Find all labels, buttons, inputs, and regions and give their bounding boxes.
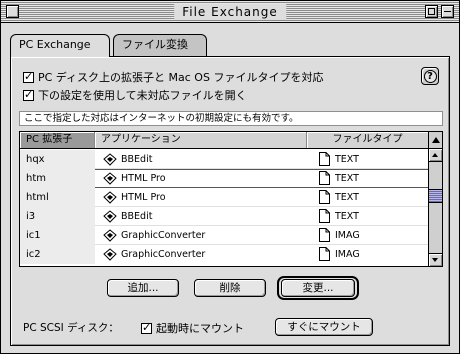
zoom-box[interactable] [425,5,438,18]
column-header-application[interactable]: アプリケーション [95,132,307,148]
application-icon [103,210,117,223]
vertical-scrollbar[interactable] [428,149,442,266]
row-extension: ic2 [20,245,95,264]
row-application: BBEdit [95,207,307,226]
map-extensions-option[interactable]: PC ディスク上の拡張子と Mac OS ファイルタイプを対応 [23,70,323,84]
row-file-type: TEXT [307,169,429,188]
list-rows: hqx BBEdit TEXT htm HTML Pro TEXT html H… [20,150,429,266]
row-application: GraphicConverter [95,226,307,245]
row-application: BBEdit [95,150,307,169]
help-button[interactable]: ? [421,67,439,85]
table-row[interactable]: html HTML Pro TEXT [20,188,429,207]
row-file-type: TEXT [307,188,429,207]
tab-pc-exchange[interactable]: PC Exchange [10,34,110,57]
document-icon [319,190,330,204]
application-icon [103,153,117,166]
collapse-box[interactable] [441,5,454,18]
row-extension: html [20,188,95,207]
row-file-type: IMAG [307,226,429,245]
row-file-type-code: TEXT [335,211,359,222]
list-header: PC 拡張子 アプリケーション ファイルタイプ [20,132,429,149]
application-icon [103,172,117,185]
table-row[interactable]: htm HTML Pro TEXT [20,169,429,188]
document-icon [319,209,330,223]
window-title: File Exchange [174,4,286,20]
open-unmapped-option[interactable]: 下の設定を使用して未対応ファイルを開く [23,88,247,102]
mount-at-startup-label: 起動時にマウント [156,322,244,335]
tab-file-translation[interactable]: ファイル変換 [113,34,207,56]
table-row[interactable]: ic2 GraphicConverter IMAG [20,245,429,264]
sort-direction-button[interactable] [428,132,442,149]
row-file-type: TEXT [307,150,429,169]
document-icon [319,247,330,261]
row-file-type-code: IMAG [335,249,360,260]
application-icon [103,248,117,261]
help-icon: ? [423,70,437,83]
close-box[interactable] [6,5,19,18]
mount-at-startup-option[interactable]: 起動時にマウント [141,321,244,335]
row-application-name: BBEdit [121,154,153,165]
tab-panel: PC ディスク上の拡張子と Mac OS ファイルタイプを対応 下の設定を使用し… [10,56,450,346]
scroll-thumb[interactable] [429,189,442,203]
row-file-type-code: TEXT [335,173,359,184]
open-unmapped-label: 下の設定を使用して未対応ファイルを開く [38,89,247,102]
internet-settings-note: ここで指定した対応はインターネットの初期設定にも有効です。 [19,111,443,126]
map-extensions-label: PC ディスク上の拡張子と Mac OS ファイルタイプを対応 [38,71,324,84]
row-extension: i3 [20,207,95,226]
row-application: HTML Pro [95,188,307,207]
row-application-name: HTML Pro [121,192,166,203]
column-header-file-type[interactable]: ファイルタイプ [307,132,429,148]
row-file-type-code: TEXT [335,192,359,203]
row-file-type: TEXT [307,207,429,226]
file-exchange-window: File Exchange PC Exchange ファイル変換 PC ディスク… [0,0,460,354]
row-extension: ic1 [20,226,95,245]
pc-scsi-disk-label: PC SCSI ディスク： [23,322,119,334]
map-extensions-checkbox[interactable] [23,70,34,83]
table-row[interactable]: i3 BBEdit TEXT [20,207,429,226]
document-icon [319,228,330,242]
title-bar[interactable]: File Exchange [1,1,459,23]
row-extension: htm [20,169,95,188]
open-unmapped-checkbox[interactable] [23,88,34,101]
row-application-name: HTML Pro [121,173,166,184]
row-application-name: BBEdit [121,211,153,222]
application-icon [103,229,117,242]
row-application-name: GraphicConverter [121,249,206,260]
scroll-up-arrow-icon[interactable] [429,149,442,162]
extension-mapping-list[interactable]: PC 拡張子 アプリケーション ファイルタイプ hqx BBEdit TEXT [19,131,443,267]
table-row[interactable]: ic1 GraphicConverter IMAG [20,226,429,245]
mount-now-button[interactable]: すぐにマウント [275,318,373,336]
change-button[interactable]: 変更... [281,279,355,297]
row-extension: hqx [20,150,95,169]
column-header-extension[interactable]: PC 拡張子 [20,132,95,148]
row-application: GraphicConverter [95,245,307,264]
row-file-type-code: TEXT [335,154,359,165]
document-icon [319,171,330,185]
application-icon [103,191,117,204]
row-file-type: IMAG [307,245,429,264]
scroll-down-arrow-icon[interactable] [429,253,442,266]
row-file-type-code: IMAG [335,230,360,241]
mount-at-startup-checkbox[interactable] [141,321,152,334]
add-button[interactable]: 追加... [107,279,179,297]
table-row[interactable]: hqx BBEdit TEXT [20,150,429,169]
document-icon [319,152,330,166]
row-application-name: GraphicConverter [121,230,206,241]
row-application: HTML Pro [95,169,307,188]
remove-button[interactable]: 削除 [194,279,266,297]
